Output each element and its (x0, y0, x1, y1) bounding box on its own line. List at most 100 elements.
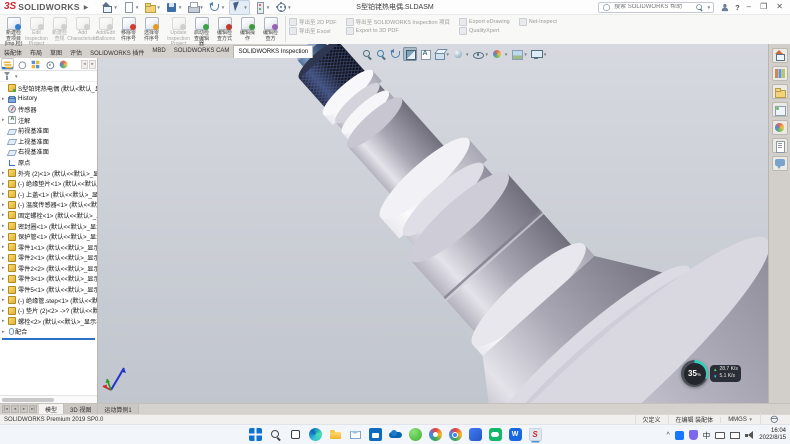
qat-button[interactable]: ▼ (253, 1, 271, 14)
ribbon-button[interactable]: Edit Inspection Project (25, 16, 48, 48)
qat-button[interactable]: ▼ (122, 1, 140, 14)
task-pane-tab[interactable] (772, 102, 788, 117)
chevron-down-icon[interactable]: ▼ (523, 52, 527, 57)
expand-arrow-icon[interactable]: ▸ (2, 223, 6, 229)
panel-tab[interactable] (57, 58, 70, 70)
tree-item[interactable]: ▸ (-) 温度传感器<1> (默认<<默认>_ (0, 200, 97, 211)
hud-button[interactable]: ▼ (511, 48, 528, 60)
expand-arrow-icon[interactable]: ▸ (2, 181, 6, 187)
tab-next-icon[interactable]: ▸ (20, 405, 28, 413)
panel-tab-scroll-right[interactable]: ▸ (89, 60, 96, 69)
panel-tab[interactable] (1, 58, 14, 70)
tray-shield-icon[interactable] (689, 430, 698, 440)
expand-arrow-icon[interactable]: ▸ (2, 96, 6, 102)
ribbon-button[interactable]: 新建检 查项目 (imp,检) (2, 16, 25, 48)
taskbar-app-icon[interactable] (429, 428, 442, 441)
expand-arrow-icon[interactable]: ▸ (2, 117, 6, 123)
ribbon-button[interactable]: 启动检 查编辑 器 (190, 16, 213, 48)
chevron-down-icon[interactable]: ▼ (14, 74, 18, 79)
expand-arrow-icon[interactable]: ▸ (2, 255, 6, 261)
panel-tab-scroll-left[interactable]: ◂ (81, 60, 88, 69)
sign-in-icon[interactable] (720, 3, 729, 12)
expand-arrow-icon[interactable]: ▸ (2, 265, 6, 271)
chevron-down-icon[interactable]: ▼ (504, 52, 508, 57)
hud-button[interactable]: ▼ (452, 48, 469, 60)
expand-arrow-icon[interactable]: ▸ (2, 234, 6, 240)
export-button[interactable]: 导出至 SOLIDWORKS Inspection 项目 (346, 18, 450, 27)
taskbar-app-icon[interactable] (369, 428, 382, 441)
taskbar-app-icon[interactable] (309, 428, 322, 441)
qat-button[interactable]: ▼ (208, 1, 226, 14)
expand-arrow-icon[interactable]: ▸ (2, 329, 6, 335)
search-icon[interactable] (695, 3, 703, 11)
hud-button[interactable]: ▼ (491, 48, 508, 60)
chevron-down-icon[interactable]: ▼ (707, 5, 711, 10)
help-button[interactable]: ? (735, 3, 740, 12)
qat-button[interactable]: ▼ (229, 0, 249, 15)
qat-button[interactable]: ▼ (143, 1, 161, 14)
expand-arrow-icon[interactable]: ▸ (2, 170, 6, 176)
tree-filter-bar[interactable]: ▼ (0, 71, 97, 82)
taskbar-app-icon[interactable] (269, 428, 282, 441)
tab-last-icon[interactable]: ▸| (29, 405, 37, 413)
expand-arrow-icon[interactable]: ▸ (2, 212, 6, 218)
expand-arrow-icon[interactable]: ▸ (2, 287, 6, 293)
export-button[interactable]: QualityXpert (459, 27, 510, 36)
tree-item[interactable]: ▸ 右视基准面 (0, 147, 97, 158)
ribbon-button[interactable]: 编辑操 作 (236, 16, 259, 48)
hud-button[interactable]: ▼ (361, 48, 373, 60)
ribbon-button[interactable]: 选择零 件序号 (140, 16, 163, 48)
chevron-down-icon[interactable]: ▼ (484, 52, 488, 57)
hud-button[interactable]: ▼ (472, 48, 489, 60)
tree-item[interactable]: ▸ 固定螺栓<1> (默认<<默认>_显示 (0, 210, 97, 221)
panel-tab[interactable] (15, 58, 28, 70)
expand-arrow-icon[interactable]: ▸ (2, 276, 6, 282)
ribbon-button[interactable]: Add/Edit Balloons (94, 16, 117, 48)
taskbar-app-icon[interactable] (349, 428, 362, 441)
export-button[interactable]: Export eDrawing (459, 18, 510, 27)
tree-item[interactable]: ▸ 传感器 (0, 104, 97, 115)
expand-arrow-icon[interactable]: ▸ (2, 202, 6, 208)
ribbon-button[interactable]: 编辑检 查方式 (213, 16, 236, 48)
menu-expand-arrow-icon[interactable]: ▶ (84, 4, 89, 11)
qat-button[interactable]: ▼ (100, 1, 118, 14)
tree-item[interactable]: ▸ 零件1<1> (默认<<默认>_显示状态 (0, 242, 97, 253)
tree-item[interactable]: ▸ History (0, 94, 97, 105)
ribbon-button[interactable]: Update Inspection Project (167, 16, 190, 48)
tree-item[interactable]: ▸ (-) 上盖<1> (默认<<默认>_显示状 (0, 189, 97, 200)
ime-indicator[interactable]: 中 (703, 430, 711, 441)
tree-item[interactable]: ▸ 螺栓<2> (默认<<默认>_显示状态 (0, 316, 97, 327)
task-pane-tab[interactable] (772, 138, 788, 153)
ribbon-button[interactable]: Add Characteristic (71, 16, 94, 48)
tree-item[interactable]: ▸ (-) 垫片 (2)<2> ->? (默认<<默认> (0, 305, 97, 316)
status-globe-icon[interactable] (769, 414, 778, 423)
search-input[interactable] (614, 4, 692, 10)
tree-item[interactable]: ▸ 配合 (0, 327, 97, 338)
cpu-usage-gauge[interactable]: 35% (681, 360, 708, 387)
qat-button[interactable]: ▼ (186, 1, 204, 14)
tree-horizontal-scrollbar[interactable] (0, 395, 97, 403)
tree-item[interactable]: ▸ S型铂铑热电偶 (默认<默认_显示状态-1 (0, 83, 97, 94)
tree-item[interactable]: ▸ 零件5<1> (默认<<默认>_显示状 (0, 284, 97, 295)
taskbar-app-icon[interactable] (469, 428, 482, 441)
close-button[interactable]: ✕ (774, 2, 785, 12)
units-selector[interactable]: MMGS ▼ (720, 417, 760, 423)
restore-button[interactable]: ❐ (758, 2, 769, 12)
tree-item[interactable]: ▸ (-) 绝缘管.step<1> (默认<<默认> (0, 295, 97, 306)
expand-arrow-icon[interactable]: ▸ (2, 244, 6, 250)
export-button[interactable]: 导出至 Excel (289, 27, 337, 36)
scrollbar-thumb[interactable] (2, 398, 54, 402)
tree-item[interactable]: ▸ 原点 (0, 157, 97, 168)
hud-button[interactable]: ▼ (375, 48, 387, 60)
rollback-bar[interactable] (2, 338, 95, 340)
expand-arrow-icon[interactable]: ▸ (2, 308, 6, 314)
tree-item[interactable]: ▸ 密封圈<1> (默认<<默认>_显示状 (0, 221, 97, 232)
qat-button[interactable]: ▼ (165, 1, 183, 14)
chevron-down-icon[interactable]: ▼ (446, 52, 450, 57)
taskbar-app-icon[interactable] (329, 428, 342, 441)
display-icon[interactable] (730, 432, 740, 439)
model-canvas[interactable] (98, 44, 768, 403)
export-button[interactable]: Export to 3D PDF (346, 27, 450, 36)
taskbar-app-icon[interactable] (489, 428, 502, 441)
document-tab[interactable]: 模型 (39, 404, 64, 414)
